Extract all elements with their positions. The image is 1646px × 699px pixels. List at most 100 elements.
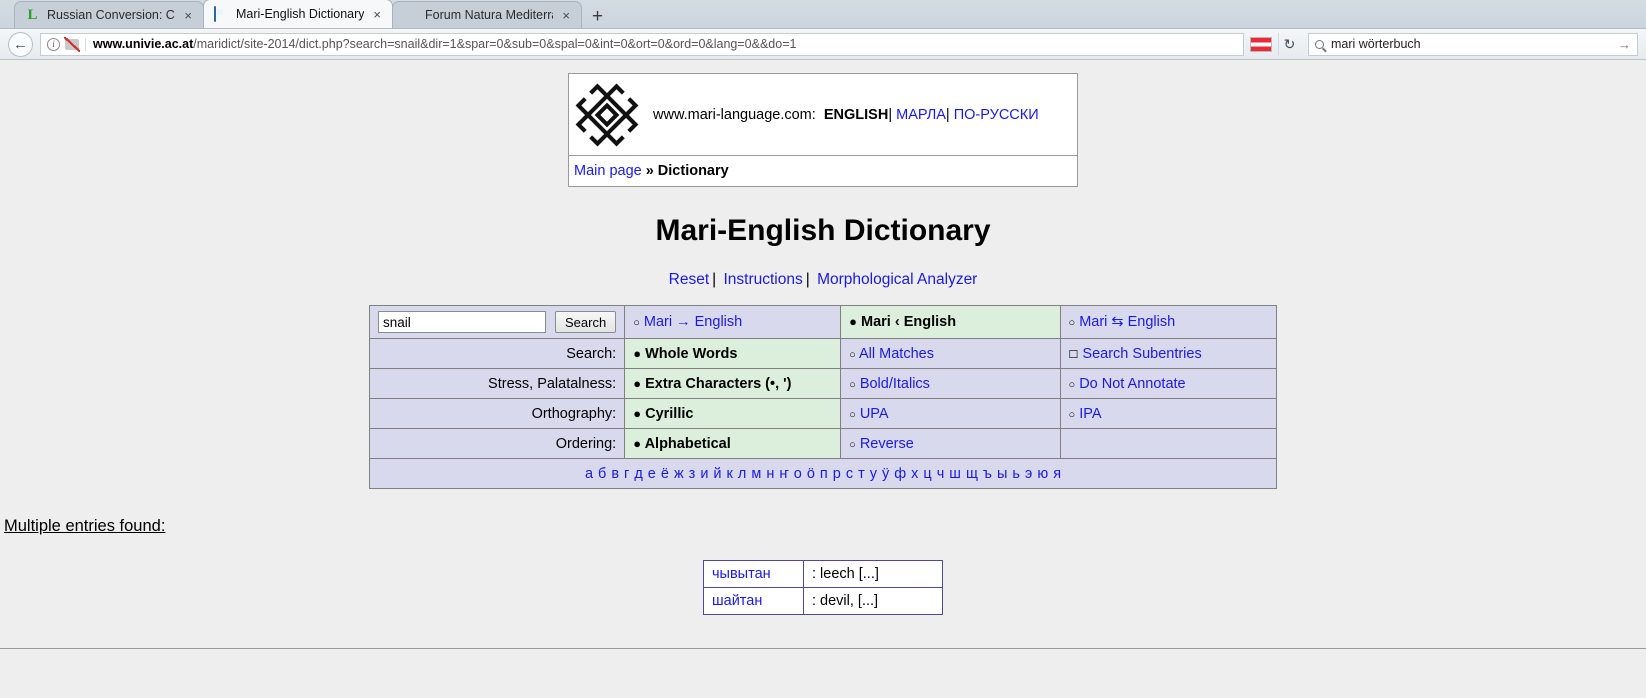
- morphological-analyzer-link[interactable]: Morphological Analyzer: [817, 271, 977, 288]
- direction-label: Mari ‹ English: [861, 314, 957, 330]
- search-submit-button[interactable]: Search: [555, 311, 617, 333]
- alphabet-letter-3[interactable]: г: [624, 466, 629, 482]
- alphabet-letter-20[interactable]: с: [846, 466, 853, 482]
- option-bold-italics[interactable]: ○ Bold/Italics: [840, 368, 1061, 399]
- option-extra-characters[interactable]: ● Extra Characters (•, '): [624, 368, 842, 399]
- alphabet-letter-28[interactable]: ш: [949, 466, 961, 482]
- alphabet-letter-6[interactable]: ё: [661, 466, 669, 482]
- alphabet-letter-16[interactable]: о: [794, 466, 802, 482]
- option-row-label: Search:: [368, 338, 626, 369]
- direction-label[interactable]: Mari ⇆ English: [1079, 314, 1175, 330]
- alphabet-letter-18[interactable]: п: [820, 466, 828, 482]
- reload-button[interactable]: ↻: [1278, 33, 1300, 55]
- option-label[interactable]: Reverse: [860, 436, 914, 452]
- reset-link[interactable]: Reset: [669, 271, 710, 288]
- alphabet-letter-35[interactable]: я: [1053, 466, 1061, 482]
- tab-title: Mari-English Dictionary: [236, 7, 365, 21]
- tab-close-icon[interactable]: ×: [560, 9, 572, 22]
- lang-link-russian[interactable]: ПО-РУССКИ: [954, 107, 1039, 123]
- tab-close-icon[interactable]: ×: [371, 8, 383, 21]
- alphabet-letter-0[interactable]: а: [585, 466, 593, 482]
- option-upa[interactable]: ○ UPA: [840, 398, 1061, 429]
- option-do-not-annotate[interactable]: ○ Do Not Annotate: [1059, 368, 1278, 399]
- alphabet-letter-15[interactable]: ҥ: [779, 466, 788, 482]
- alphabet-letter-27[interactable]: ч: [937, 466, 945, 482]
- go-arrow-icon[interactable]: →: [1618, 37, 1631, 52]
- alphabet-letter-23[interactable]: ӱ: [882, 466, 889, 482]
- alphabet-letter-4[interactable]: д: [634, 466, 642, 482]
- alphabet-letter-2[interactable]: в: [611, 466, 619, 482]
- direction-option-english-to-mari[interactable]: ● Mari ‹ English: [840, 305, 1061, 339]
- alphabet-letter-29[interactable]: щ: [966, 466, 978, 482]
- option-row-orthography: Orthography: ● Cyrillic ○ UPA ○ IPA: [368, 398, 1278, 429]
- mari-ornament-logo-icon: [575, 83, 639, 146]
- alphabet-letter-11[interactable]: к: [727, 466, 733, 482]
- option-row-search: Search: ● Whole Words ○ All Matches ☐ Se…: [368, 338, 1278, 369]
- camera-blocked-icon[interactable]: [64, 36, 80, 52]
- option-label[interactable]: Search Subentries: [1082, 346, 1201, 362]
- alphabet-letter-13[interactable]: м: [751, 466, 761, 482]
- alphabet-letter-25[interactable]: х: [911, 466, 918, 482]
- breadcrumb-main-page[interactable]: Main page: [574, 163, 642, 179]
- option-label[interactable]: All Matches: [859, 346, 934, 362]
- alphabet-letter-32[interactable]: ь: [1012, 466, 1020, 482]
- tab-title: Russian Conversion: Cyrillic: [47, 8, 175, 22]
- option-reverse[interactable]: ○ Reverse: [840, 428, 1061, 459]
- alphabet-letter-8[interactable]: з: [689, 466, 696, 482]
- option-ipa[interactable]: ○ IPA: [1059, 398, 1278, 429]
- option-label[interactable]: IPA: [1079, 406, 1101, 422]
- lang-link-english[interactable]: ENGLISH: [824, 107, 888, 123]
- alphabet-letter-5[interactable]: е: [648, 466, 656, 482]
- lang-link-marla[interactable]: МАРЛА: [896, 107, 946, 123]
- alphabet-letter-26[interactable]: ц: [923, 466, 931, 482]
- alphabet-letter-17[interactable]: ö: [807, 466, 815, 482]
- new-tab-button[interactable]: +: [581, 7, 614, 28]
- alphabet-letter-7[interactable]: ж: [674, 466, 684, 482]
- search-input[interactable]: mari wörterbuch: [1331, 37, 1611, 51]
- info-icon[interactable]: i: [47, 37, 60, 51]
- browser-chrome: L Russian Conversion: Cyrillic × Mari-En…: [0, 0, 1646, 60]
- browser-tab-3[interactable]: Forum Natura Mediterraneo ×: [392, 1, 582, 28]
- alphabet-letter-1[interactable]: б: [598, 466, 606, 482]
- option-label: Whole Words: [645, 345, 738, 362]
- option-whole-words[interactable]: ● Whole Words: [624, 338, 842, 369]
- result-headword-cell: шайтан: [703, 587, 804, 615]
- result-headword-link[interactable]: чывытан: [712, 566, 771, 582]
- option-label[interactable]: Bold/Italics: [860, 376, 930, 392]
- browser-search-box[interactable]: mari wörterbuch →: [1308, 32, 1638, 56]
- table-row[interactable]: шайтан : devil, [...]: [703, 587, 943, 615]
- alphabet-letter-33[interactable]: э: [1025, 466, 1032, 482]
- dictionary-search-input[interactable]: [378, 311, 546, 333]
- direction-label[interactable]: Mari → English: [644, 314, 742, 330]
- table-row[interactable]: чывытан : leech [...]: [703, 560, 943, 588]
- site-url-label: www.mari-language.com:: [653, 106, 816, 123]
- browser-tab-2[interactable]: Mari-English Dictionary ×: [203, 0, 393, 28]
- address-bar[interactable]: i www.univie.ac.at/maridict/site-2014/di…: [40, 32, 1244, 56]
- instructions-link[interactable]: Instructions: [723, 271, 802, 288]
- option-alphabetical[interactable]: ● Alphabetical: [624, 428, 842, 459]
- direction-option-bidirectional[interactable]: ○ Mari ⇆ English: [1059, 305, 1278, 339]
- back-button[interactable]: ←: [8, 31, 33, 57]
- alphabet-letter-19[interactable]: р: [833, 466, 841, 482]
- alphabet-letter-9[interactable]: и: [700, 466, 708, 482]
- tab-close-icon[interactable]: ×: [182, 9, 194, 22]
- option-label: Alphabetical: [644, 435, 731, 452]
- alphabet-letter-24[interactable]: ф: [894, 466, 906, 482]
- browser-tab-1[interactable]: L Russian Conversion: Cyrillic ×: [14, 1, 204, 28]
- alphabet-letter-34[interactable]: ю: [1037, 466, 1048, 482]
- alphabet-letter-12[interactable]: л: [738, 466, 746, 482]
- option-search-subentries[interactable]: ☐ Search Subentries: [1059, 338, 1278, 369]
- alphabet-letter-31[interactable]: ы: [997, 466, 1007, 482]
- option-label[interactable]: UPA: [860, 406, 889, 422]
- alphabet-letter-21[interactable]: т: [858, 466, 865, 482]
- direction-option-mari-to-english[interactable]: ○ Mari → English: [624, 305, 842, 339]
- alphabet-letter-14[interactable]: н: [766, 466, 774, 482]
- alphabet-letter-22[interactable]: у: [870, 466, 877, 482]
- alphabet-letter-30[interactable]: ъ: [983, 466, 992, 482]
- option-cyrillic[interactable]: ● Cyrillic: [624, 398, 842, 429]
- page-title: Mari-English Dictionary: [655, 214, 991, 247]
- alphabet-letter-10[interactable]: й: [713, 466, 721, 482]
- option-label[interactable]: Do Not Annotate: [1079, 376, 1185, 392]
- result-headword-link[interactable]: шайтан: [712, 593, 762, 609]
- option-all-matches[interactable]: ○ All Matches: [840, 338, 1061, 369]
